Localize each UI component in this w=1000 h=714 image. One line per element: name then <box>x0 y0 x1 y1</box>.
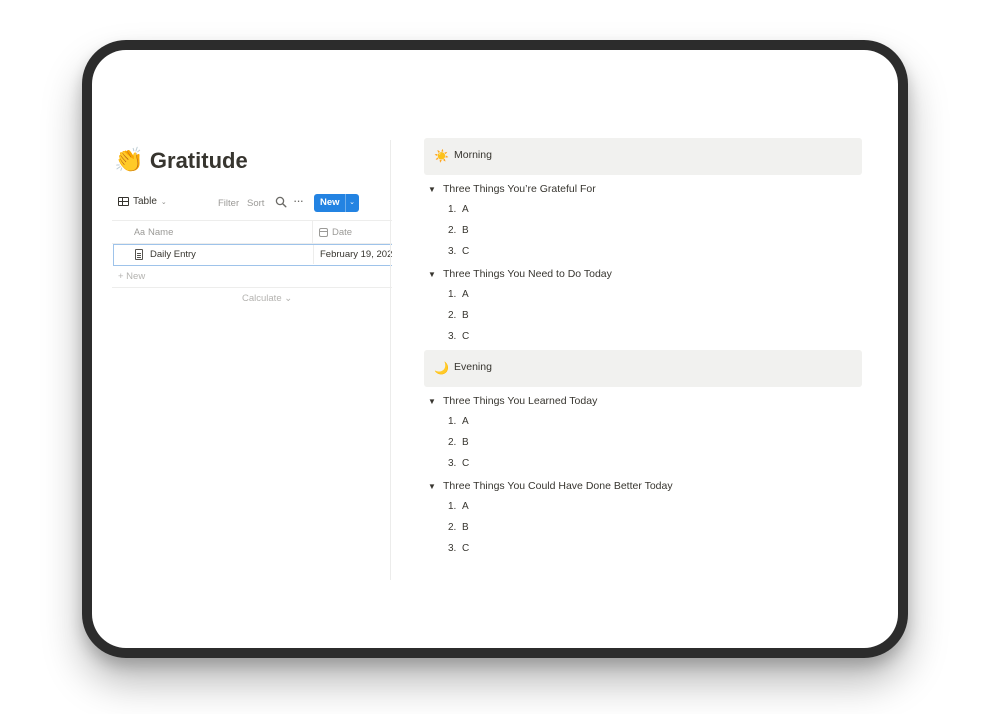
page-icon <box>135 249 143 260</box>
toggle-todo[interactable]: ▼ Three Things You Need to Do Today <box>428 266 612 282</box>
new-button[interactable]: New <box>314 194 345 212</box>
morning-title: Morning <box>454 149 492 161</box>
add-row-button[interactable]: + New <box>112 266 392 288</box>
list-item[interactable]: 2. B <box>448 437 469 448</box>
text-property-icon: Aa <box>134 227 146 237</box>
toggle-triangle-icon[interactable]: ▼ <box>428 185 443 194</box>
toggle-title: Three Things You Learned Today <box>443 395 598 407</box>
row-date-cell[interactable]: February 19, 2023 <box>313 245 392 264</box>
list-item[interactable]: 2. B <box>448 310 469 321</box>
toggle-better[interactable]: ▼ Three Things You Could Have Done Bette… <box>428 478 673 494</box>
list-item[interactable]: 3. C <box>448 246 469 257</box>
sort-button[interactable]: Sort <box>247 198 264 209</box>
list-item[interactable]: 3. C <box>448 331 469 342</box>
tablet-frame: 👏 Gratitude Table ⌄ Filter Sort ··· New <box>82 40 908 658</box>
list-item[interactable]: 1. A <box>448 204 469 215</box>
table-icon <box>118 197 129 206</box>
database-toolbar: Table ⌄ Filter Sort ··· New ⌄ <box>118 193 388 216</box>
list-item[interactable]: 3. C <box>448 458 469 469</box>
list-item[interactable]: 1. A <box>448 501 469 512</box>
list-item[interactable]: 3. C <box>448 543 469 554</box>
morning-callout[interactable]: ☀️ Morning <box>424 138 862 175</box>
database-pane: 👏 Gratitude Table ⌄ Filter Sort ··· New <box>92 50 392 648</box>
filter-button[interactable]: Filter <box>218 198 239 209</box>
toggle-title: Three Things You Could Have Done Better … <box>443 480 673 492</box>
page-title-text[interactable]: Gratitude <box>150 146 248 176</box>
sun-icon: ☀️ <box>434 149 449 163</box>
moon-icon: 🌙 <box>434 361 449 375</box>
row-name-cell[interactable]: Daily Entry <box>150 249 196 260</box>
toggle-learned[interactable]: ▼ Three Things You Learned Today <box>428 393 597 409</box>
calendar-icon <box>319 228 328 237</box>
toggle-grateful[interactable]: ▼ Three Things You’re Grateful For <box>428 181 596 197</box>
add-row-label: + New <box>118 271 146 282</box>
toggle-triangle-icon[interactable]: ▼ <box>428 482 443 491</box>
page-title: 👏 Gratitude <box>114 146 248 176</box>
toggle-triangle-icon[interactable]: ▼ <box>428 270 443 279</box>
evening-title: Evening <box>454 361 492 373</box>
column-name-label: Name <box>148 227 174 238</box>
clapping-hands-icon: 👏 <box>114 147 144 174</box>
toggle-title: Three Things You’re Grateful For <box>443 183 596 195</box>
column-header-name[interactable]: Aa Name <box>134 227 173 238</box>
more-options-icon[interactable]: ··· <box>293 193 304 208</box>
chevron-down-icon: ⌄ <box>160 198 167 206</box>
search-icon[interactable] <box>275 196 287 208</box>
table-row[interactable]: Daily Entry February 19, 2023 <box>113 244 392 266</box>
database-table: Aa Name Date Daily Entry February 19, 20… <box>112 220 392 288</box>
new-button-group: New ⌄ <box>314 194 359 212</box>
toggle-title: Three Things You Need to Do Today <box>443 268 612 280</box>
evening-callout[interactable]: 🌙 Evening <box>424 350 862 387</box>
list-item[interactable]: 1. A <box>448 416 469 427</box>
list-item[interactable]: 1. A <box>448 289 469 300</box>
calculate-button[interactable]: Calculate ⌄ <box>242 293 292 304</box>
toggle-triangle-icon[interactable]: ▼ <box>428 397 443 406</box>
pane-divider <box>390 140 391 580</box>
list-item[interactable]: 2. B <box>448 225 469 236</box>
view-switcher[interactable]: Table ⌄ <box>118 196 167 207</box>
view-label: Table <box>133 196 157 207</box>
new-dropdown-icon[interactable]: ⌄ <box>344 194 359 212</box>
column-header-date[interactable]: Date <box>312 221 352 244</box>
tablet-screen: 👏 Gratitude Table ⌄ Filter Sort ··· New <box>92 50 898 648</box>
column-date-label: Date <box>332 227 353 238</box>
table-header: Aa Name Date <box>112 220 392 244</box>
list-item[interactable]: 2. B <box>448 522 469 533</box>
